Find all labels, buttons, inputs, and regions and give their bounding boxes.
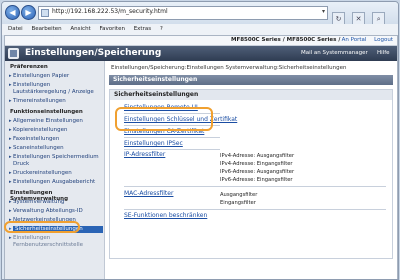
sidebar-item-system-management[interactable]: Systemverwaltung: [9, 199, 103, 206]
logout-link[interactable]: Logout: [374, 37, 393, 43]
top-links: An Portal Logout: [336, 37, 393, 43]
printer-name: MF8500C Series / MF8500C Series /: [231, 37, 341, 43]
forward-button[interactable]: ▶: [21, 5, 36, 20]
ip-filter-value: IPv4-Adresse: Eingangsfilter: [220, 161, 293, 167]
link-ip-address-filter[interactable]: IP-Adressfilter: [124, 151, 165, 159]
menu-edit[interactable]: Bearbeiten: [31, 26, 61, 32]
page-header: Einstellungen/Speicherung Mail an System…: [5, 46, 397, 61]
section-title: Sicherheitseinstellungen: [109, 75, 393, 85]
divider: [124, 209, 386, 210]
sidebar: Präferenzen Einstellungen Papier Einstel…: [5, 61, 105, 279]
back-button[interactable]: ◀: [5, 5, 20, 20]
divider: [124, 137, 220, 138]
page-icon: [41, 9, 49, 17]
browser-tool-icons: ↻ ✕ ⌕ ▤: [332, 6, 396, 44]
menu-view[interactable]: Ansicht: [70, 26, 90, 32]
breadcrumb: Einstellungen/Speicherung:Einstellungen …: [111, 65, 347, 71]
menu-bar: Datei Bearbeiten Ansicht Favoriten Extra…: [2, 24, 398, 35]
sidebar-heading-function: Funktionseinstellungen: [10, 109, 83, 115]
mac-filter-value: Eingangsfilter: [220, 200, 256, 206]
sidebar-item-fax[interactable]: Faxeinstellungen: [9, 136, 103, 143]
top-strip: MF8500C Series / MF8500C Series / An Por…: [5, 36, 397, 46]
sidebar-item-media-print[interactable]: Einstellungen Speichermedium Druck: [9, 154, 103, 168]
link-restrict-se-functions[interactable]: SE-Funktionen beschränken: [124, 212, 207, 220]
sidebar-item-general[interactable]: Allgemeine Einstellungen: [9, 118, 103, 125]
menu-favorites[interactable]: Favoriten: [99, 26, 124, 32]
page-title: Einstellungen/Speicherung: [25, 48, 162, 58]
sidebar-item-scan[interactable]: Scaneinstellungen: [9, 145, 103, 152]
ip-filter-value: IPv4-Adresse: Ausgangsfilter: [220, 153, 295, 159]
ip-filter-value: IPv6-Adresse: Ausgangsfilter: [220, 169, 295, 175]
main-content: Einstellungen/Speicherung:Einstellungen …: [109, 61, 397, 279]
browser-window: ◀ ▶ http://192.168.222.53/m_security.htm…: [1, 1, 399, 280]
url-field[interactable]: http://192.168.222.53/m_security.html ▾: [38, 6, 328, 20]
portal-link[interactable]: An Portal: [342, 37, 367, 43]
sidebar-heading-preferences: Präferenzen: [10, 64, 48, 70]
web-page: MF8500C Series / MF8500C Series / An Por…: [4, 35, 398, 279]
content-highlight-ring: [115, 107, 213, 131]
help-link[interactable]: Hilfe: [377, 50, 390, 56]
menu-tools[interactable]: Extras: [134, 26, 151, 32]
mail-admin-link[interactable]: Mail an Systemmanager: [301, 50, 368, 56]
link-mac-address-filter[interactable]: MAC-Adressfilter: [124, 190, 173, 198]
sidebar-item-department-id[interactable]: Verwaltung Abteilungs-ID: [9, 208, 103, 215]
sidebar-item-timer[interactable]: Timereinstellungen: [9, 98, 103, 105]
ip-filter-value: IPv6-Adresse: Eingangsfilter: [220, 177, 293, 183]
sidebar-item-copy[interactable]: Kopiereinstellungen: [9, 127, 103, 134]
back-arrow-icon: ◀: [9, 8, 16, 17]
sidebar-highlight-ring: [4, 221, 80, 233]
mac-filter-value: Ausgangsfilter: [220, 192, 258, 198]
forward-arrow-icon: ▶: [25, 8, 32, 17]
sidebar-item-remote-ui[interactable]: Einstellungen Fernbenutzerschnittstelle: [9, 235, 103, 249]
link-ipsec[interactable]: Einstellungen IPSec: [124, 140, 183, 148]
dropdown-icon[interactable]: ▾: [322, 8, 325, 15]
menu-help[interactable]: ?: [160, 26, 163, 32]
panel-title: Sicherheitseinstellungen: [110, 90, 392, 100]
sidebar-item-printer[interactable]: Druckereinstellungen: [9, 170, 103, 177]
menu-file[interactable]: Datei: [8, 26, 23, 32]
address-bar: ◀ ▶ http://192.168.222.53/m_security.htm…: [2, 2, 398, 44]
sidebar-item-report[interactable]: Einstellungen Ausgabebericht: [9, 179, 103, 186]
divider: [124, 186, 386, 187]
divider: [124, 149, 220, 150]
url-text: http://192.168.222.53/m_security.html: [52, 8, 168, 15]
sidebar-item-paper[interactable]: Einstellungen Papier: [9, 73, 103, 80]
sidebar-item-volume-display[interactable]: Einstellungen Lautstärkeregelung / Anzei…: [9, 82, 103, 96]
home-icon[interactable]: [8, 48, 19, 59]
